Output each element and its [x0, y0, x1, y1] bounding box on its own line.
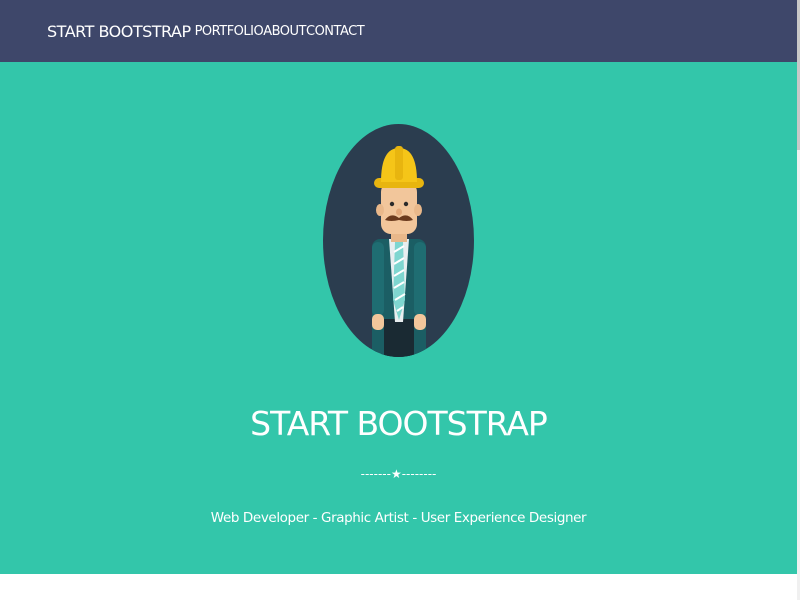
top-navbar: START BOOTSTRAP PORTFOLIO ABOUT CONTACT	[0, 0, 800, 62]
hero-tagline: Web Developer - Graphic Artist - User Ex…	[210, 510, 587, 526]
hero-section: START BOOTSTRAP -------★-------- Web Dev…	[0, 62, 797, 574]
construction-worker-avatar-icon	[323, 124, 474, 357]
nav-links: PORTFOLIO ABOUT CONTACT	[195, 23, 365, 39]
nav-link-contact[interactable]: CONTACT	[306, 24, 365, 39]
brand-link[interactable]: START BOOTSTRAP	[47, 22, 191, 41]
nav-link-portfolio[interactable]: PORTFOLIO	[195, 24, 264, 39]
hero-title: START BOOTSTRAP	[250, 404, 548, 443]
nav-link-about[interactable]: ABOUT	[263, 24, 306, 39]
star-divider: -------★--------	[360, 467, 437, 481]
